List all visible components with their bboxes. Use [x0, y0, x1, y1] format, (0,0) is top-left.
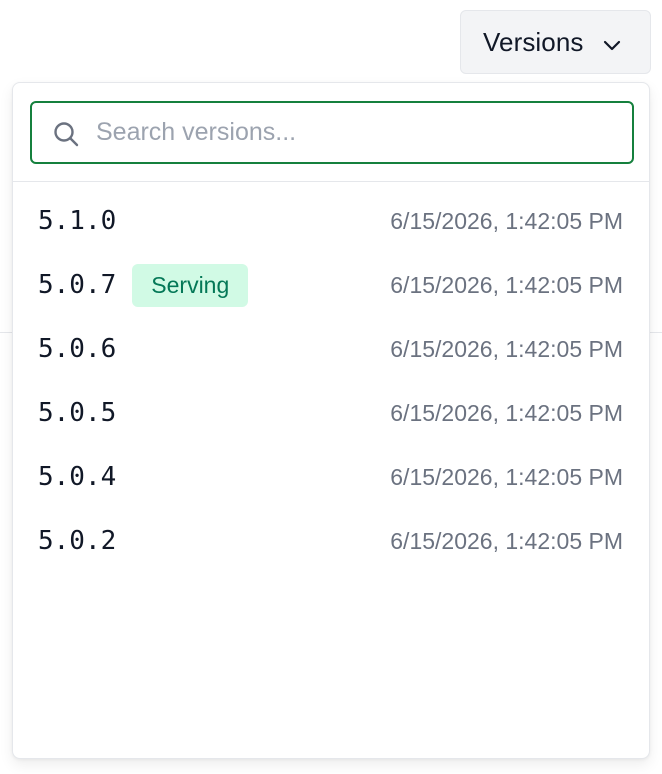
version-row[interactable]: 5.0.6 6/15/2026, 1:42:05 PM — [13, 317, 649, 381]
version-number: 5.0.4 — [38, 462, 117, 492]
chevron-down-icon — [603, 40, 621, 51]
version-number: 5.1.0 — [38, 206, 117, 236]
version-timestamp: 6/15/2026, 1:42:05 PM — [390, 527, 623, 554]
search-field[interactable] — [30, 101, 634, 164]
serving-badge: Serving — [132, 263, 249, 307]
version-list: 5.1.0 6/15/2026, 1:42:05 PM 5.0.7 Servin… — [13, 189, 649, 573]
version-row[interactable]: 5.0.7 Serving 6/15/2026, 1:42:05 PM — [13, 253, 649, 317]
version-timestamp: 6/15/2026, 1:42:05 PM — [390, 399, 623, 426]
version-timestamp: 6/15/2026, 1:42:05 PM — [390, 463, 623, 490]
search-input[interactable] — [96, 103, 622, 162]
version-number: 5.0.7 — [38, 270, 117, 300]
page: Versions 5.1.0 6/15/2026, 1:42:05 PM 5.0… — [0, 0, 662, 774]
version-row[interactable]: 5.1.0 6/15/2026, 1:42:05 PM — [13, 189, 649, 253]
version-row[interactable]: 5.0.5 6/15/2026, 1:42:05 PM — [13, 381, 649, 445]
search-icon — [54, 122, 79, 147]
version-row[interactable]: 5.0.4 6/15/2026, 1:42:05 PM — [13, 445, 649, 509]
version-row[interactable]: 5.0.2 6/15/2026, 1:42:05 PM — [13, 509, 649, 573]
version-timestamp: 6/15/2026, 1:42:05 PM — [390, 335, 623, 362]
version-number: 5.0.2 — [38, 526, 117, 556]
version-timestamp: 6/15/2026, 1:42:05 PM — [390, 207, 623, 234]
versions-dropdown-panel: 5.1.0 6/15/2026, 1:42:05 PM 5.0.7 Servin… — [12, 82, 650, 759]
version-timestamp: 6/15/2026, 1:42:05 PM — [390, 271, 623, 298]
versions-dropdown-button[interactable]: Versions — [460, 10, 651, 74]
versions-button-label: Versions — [483, 26, 584, 57]
list-divider — [13, 181, 649, 182]
version-number: 5.0.6 — [38, 334, 117, 364]
version-number: 5.0.5 — [38, 398, 117, 428]
